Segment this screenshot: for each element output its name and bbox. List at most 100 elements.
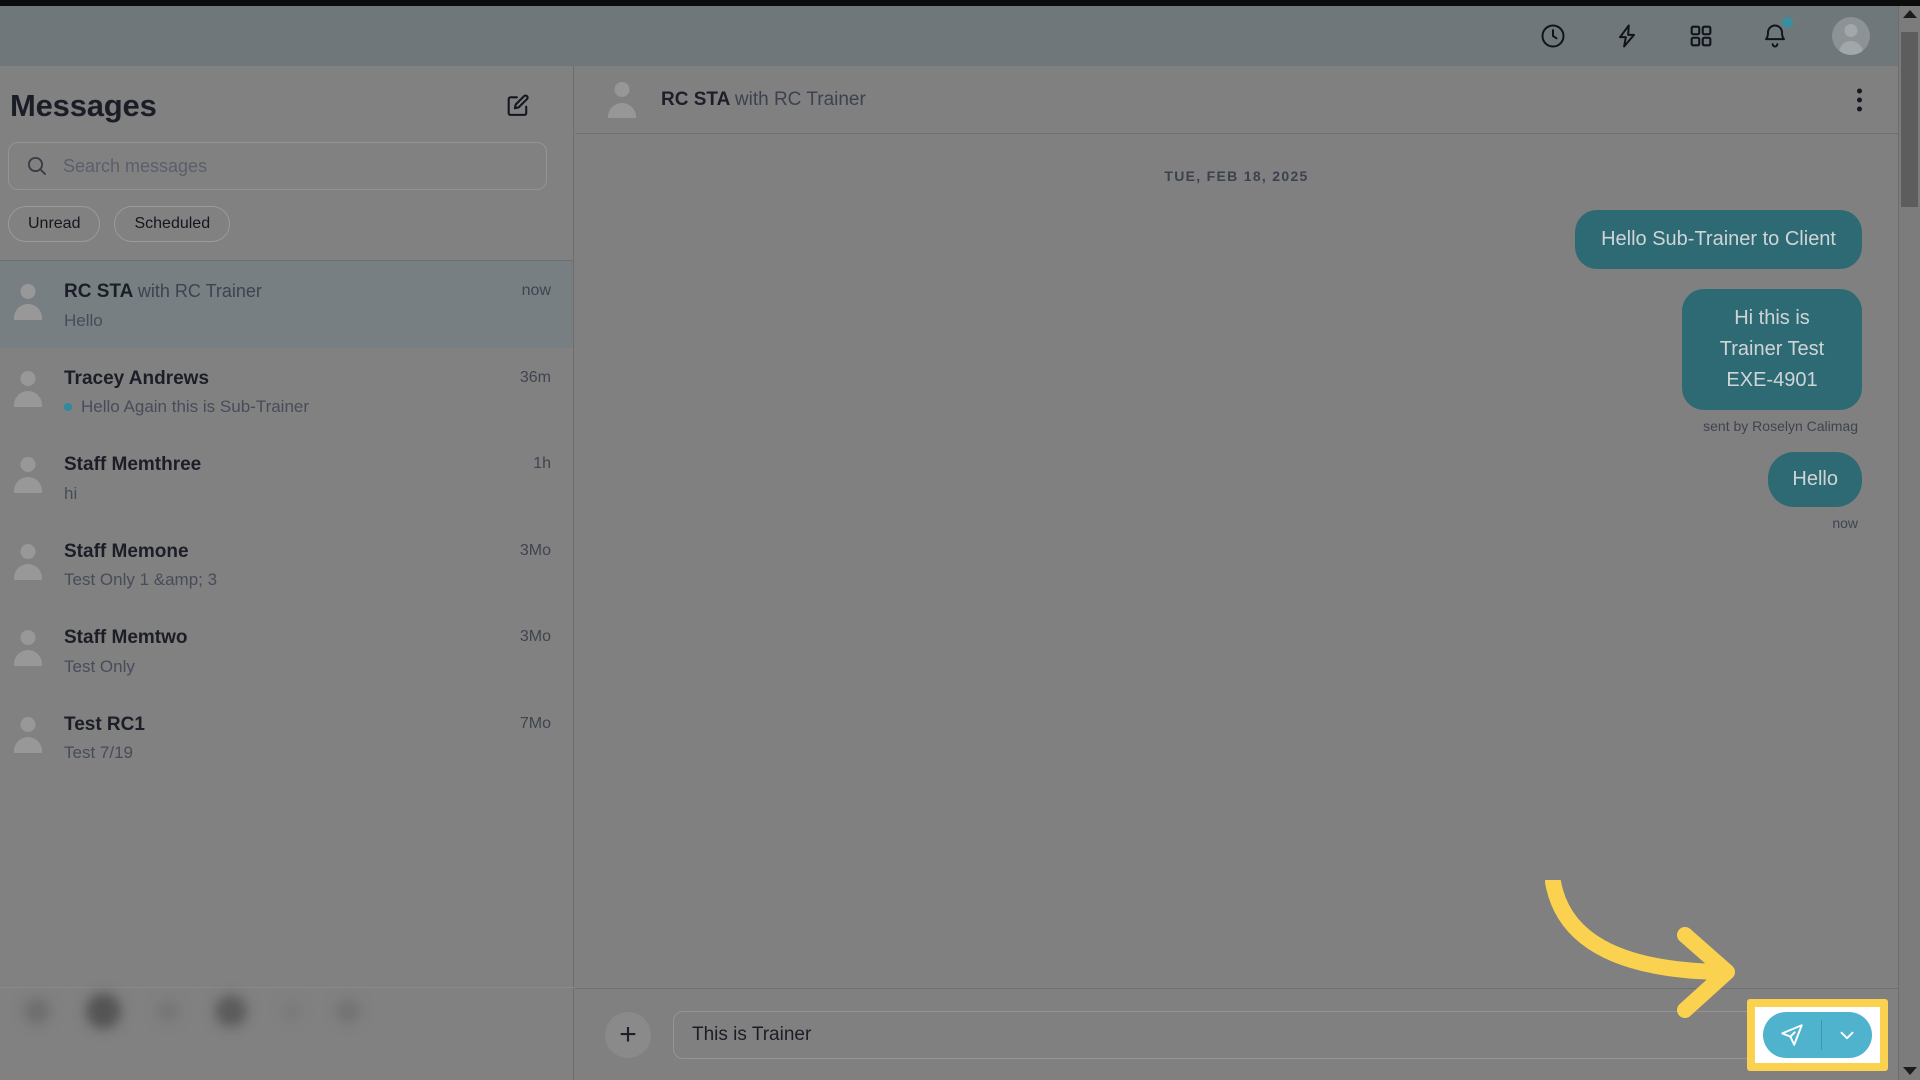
- conversation-preview: Test 7/19: [64, 743, 504, 763]
- conversation-timestamp: 36m: [519, 368, 551, 386]
- message-thread: TUE, FEB 18, 2025 Hello Sub-Trainer to C…: [575, 134, 1898, 988]
- conversation-avatar: [8, 628, 48, 668]
- avatar-body: [14, 390, 42, 407]
- avatar-head: [20, 284, 36, 299]
- lightning-icon[interactable]: [1610, 19, 1644, 53]
- scroll-up-arrow-icon[interactable]: [1902, 10, 1917, 18]
- conversation-preview: Test Only 1 &amp; 3: [64, 570, 504, 590]
- search-icon: [25, 154, 49, 178]
- chat-panel: RC STA with RC Trainer TUE, FEB 18, 2025…: [575, 66, 1898, 1080]
- avatar-body: [14, 304, 42, 320]
- conversation-list-item[interactable]: RC STA with RC Trainer Hello now: [0, 261, 573, 348]
- conversation-timestamp: 1h: [533, 455, 551, 472]
- avatar-body: [14, 477, 42, 493]
- compose-message-icon[interactable]: [501, 89, 535, 123]
- send-button-highlight-inner: [1755, 1006, 1880, 1063]
- conversation-preview-text: Test Only 1 &amp; 3: [64, 570, 218, 589]
- avatar-head: [1844, 24, 1858, 37]
- message-input-value: This is Trainer: [692, 1023, 812, 1045]
- conversation-preview: Test Only: [64, 657, 504, 677]
- conversation-avatar: [8, 369, 48, 409]
- conversation-preview-text: Test 7/19: [64, 743, 133, 762]
- conversation-preview-text: Hello Again this is Sub-Trainer: [81, 397, 310, 416]
- avatar-head: [20, 716, 36, 732]
- avatar-head: [20, 370, 36, 386]
- message-meta: now: [1832, 515, 1858, 531]
- conversation-list: RC STA with RC Trainer Hello now Tracey And…: [0, 260, 573, 780]
- dock-icon-5[interactable]: [282, 1002, 301, 1020]
- filter-chips: Unread Scheduled: [0, 190, 573, 260]
- filter-chip-unread[interactable]: Unread: [8, 206, 101, 242]
- conversation-avatar: [8, 542, 48, 582]
- avatar-body: [14, 650, 42, 666]
- avatar-body: [608, 102, 636, 118]
- dock-icon-6[interactable]: [336, 999, 360, 1023]
- search-placeholder: Search messages: [63, 155, 208, 176]
- conversation-name-text: Tracey Andrews: [64, 367, 210, 389]
- send-button-highlight: [1747, 998, 1888, 1071]
- chat-avatar: [601, 79, 643, 121]
- message-group: Hello now: [611, 452, 1862, 531]
- conversation-list-item[interactable]: Test RC1 Test 7/19 7Mo: [0, 694, 573, 781]
- conversation-list-item[interactable]: Staff Memone Test Only 1 &amp; 3 3Mo: [0, 521, 573, 608]
- conversation-text: Tracey Andrews Hello Again this is Sub-Tr…: [64, 365, 504, 418]
- conversation-name: Test RC1: [64, 711, 504, 740]
- page-scrollbar[interactable]: [1898, 6, 1920, 1080]
- conversation-list-item[interactable]: Tracey Andrews Hello Again this is Sub-Tr…: [0, 348, 573, 435]
- message-meta: sent by Roselyn Calimag: [1703, 418, 1858, 434]
- conversation-name-text: Staff Memtwo: [64, 627, 188, 648]
- message-bubble[interactable]: Hi this is Trainer Test EXE-4901: [1682, 289, 1862, 410]
- taskbar-dock: [0, 968, 360, 1054]
- avatar-head: [20, 543, 36, 559]
- conversation-name-text: Test RC1: [64, 713, 145, 735]
- conversation-name: RC STA with RC Trainer: [64, 278, 506, 307]
- conversation-timestamp: 7Mo: [519, 714, 551, 732]
- scroll-down-arrow-icon[interactable]: [1902, 1067, 1917, 1075]
- clock-icon[interactable]: [1536, 19, 1570, 53]
- filter-chip-scheduled[interactable]: Scheduled: [114, 206, 231, 242]
- send-button[interactable]: [1763, 1012, 1821, 1058]
- message-input[interactable]: This is Trainer: [673, 1010, 1868, 1059]
- chat-options-kebab-icon[interactable]: [1851, 82, 1868, 117]
- grid-apps-icon[interactable]: [1684, 19, 1718, 53]
- top-navigation-bar: [0, 6, 1898, 66]
- user-avatar[interactable]: [1832, 17, 1870, 55]
- send-options-chevron-down-icon[interactable]: [1822, 1012, 1872, 1058]
- notification-badge-dot: [1782, 17, 1793, 28]
- conversation-name: Staff Memone: [64, 538, 504, 567]
- conversation-text: Staff Memthree hi: [64, 451, 517, 504]
- bell-icon[interactable]: [1758, 17, 1793, 53]
- add-attachment-icon[interactable]: +: [605, 1011, 651, 1058]
- sidebar-header: Messages: [0, 66, 573, 134]
- conversation-preview-text: Test Only: [64, 656, 135, 676]
- search-input[interactable]: Search messages: [8, 142, 547, 190]
- conversation-preview: Hello Again this is Sub-Trainer: [64, 397, 504, 417]
- dock-icon-4[interactable]: [214, 995, 247, 1027]
- conversation-text: Test RC1 Test 7/19: [64, 711, 504, 764]
- avatar-head: [614, 81, 630, 97]
- conversation-preview-text: Hello: [64, 310, 103, 330]
- conversation-list-item[interactable]: Staff Memtwo Test Only 3Mo: [0, 607, 573, 694]
- page-title: Messages: [10, 88, 157, 123]
- send-button-group: [1763, 1011, 1872, 1058]
- dock-icon-3[interactable]: [157, 1000, 179, 1022]
- message-row: Hello Sub-Trainer to Client: [611, 210, 1862, 269]
- kebab-dot: [1857, 97, 1862, 102]
- avatar-body: [14, 736, 42, 753]
- dock-icon-1[interactable]: [24, 998, 50, 1024]
- conversation-name: Tracey Andrews: [64, 365, 504, 394]
- conversation-name: Staff Memtwo: [64, 624, 504, 653]
- avatar-head: [20, 457, 36, 472]
- conversation-avatar: [8, 455, 48, 495]
- messages-sidebar: Messages Search messages Unread Schedule…: [0, 66, 1285, 1080]
- dock-icon-2[interactable]: [85, 993, 122, 1029]
- conversation-timestamp: 3Mo: [519, 541, 551, 559]
- scrollbar-thumb[interactable]: [1901, 32, 1918, 207]
- conversation-list-item[interactable]: Staff Memthree hi 1h: [0, 434, 573, 521]
- conversation-timestamp: now: [521, 282, 551, 299]
- message-bubble[interactable]: Hello: [1768, 452, 1862, 507]
- chat-title-name: RC STA: [661, 88, 730, 110]
- message-bubble[interactable]: Hello Sub-Trainer to Client: [1575, 210, 1862, 269]
- kebab-dot: [1857, 106, 1862, 111]
